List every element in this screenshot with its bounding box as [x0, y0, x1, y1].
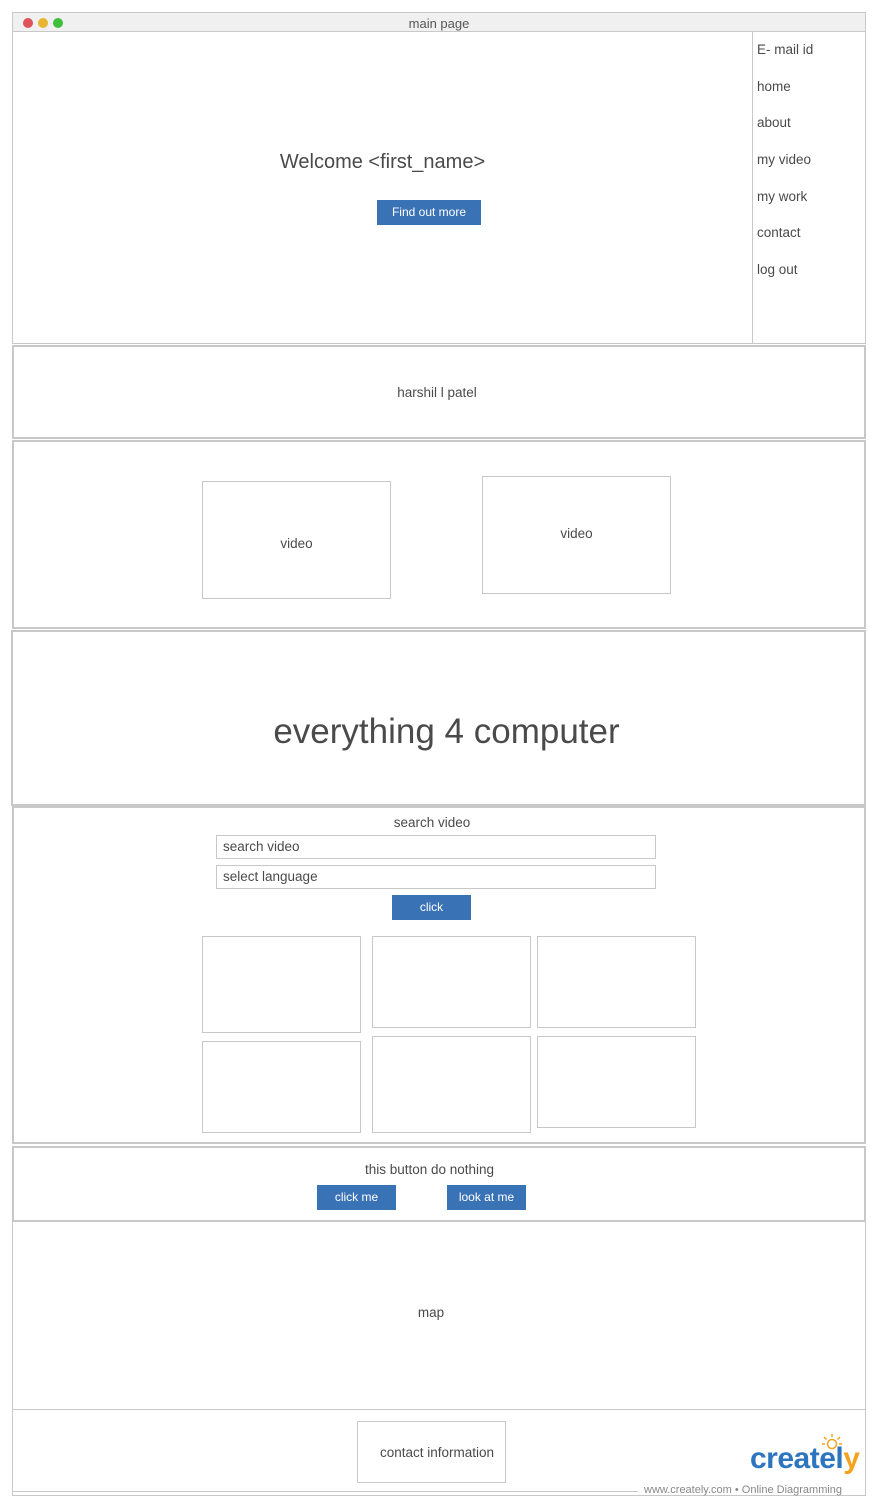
- creately-logo: creately: [750, 1442, 860, 1476]
- search-section-title: search video: [393, 815, 471, 830]
- video-thumbnail[interactable]: [372, 936, 531, 1028]
- banner-headline: everything 4 computer: [273, 712, 620, 751]
- sidebar-item-log-out[interactable]: log out: [757, 262, 798, 277]
- video-label-left: video: [280, 536, 313, 551]
- video-thumbnail[interactable]: [202, 936, 361, 1033]
- look-at-me-button[interactable]: look at me: [447, 1185, 526, 1210]
- sidebar-nav: [752, 31, 866, 344]
- hero-section: [12, 31, 753, 344]
- buttons-caption: this button do nothing: [364, 1162, 495, 1177]
- find-out-more-button[interactable]: Find out more: [377, 200, 481, 225]
- window-title: main page: [408, 16, 470, 31]
- video-thumbnail[interactable]: [537, 1036, 696, 1128]
- creately-watermark: www.creately.com • Online Diagramming: [644, 1484, 843, 1496]
- footer-divider: [12, 1491, 638, 1492]
- map-label: map: [417, 1305, 445, 1320]
- video-thumbnail[interactable]: [372, 1036, 531, 1133]
- click-me-button[interactable]: click me: [317, 1185, 396, 1210]
- author-name: harshil l patel: [397, 385, 477, 400]
- creately-logo-main: createl: [750, 1442, 844, 1475]
- sidebar-item-home[interactable]: home: [757, 79, 791, 94]
- buttons-section: [12, 1146, 866, 1222]
- sidebar-item-email[interactable]: E- mail id: [757, 42, 813, 57]
- video-thumbnail[interactable]: [537, 936, 696, 1028]
- video-section: [12, 440, 866, 629]
- search-video-input[interactable]: search video: [216, 835, 656, 859]
- sidebar-item-contact[interactable]: contact: [757, 225, 801, 240]
- window-titlebar: main page: [12, 12, 866, 32]
- welcome-heading: Welcome <first_name>: [279, 151, 486, 173]
- video-label-right: video: [560, 526, 593, 541]
- sidebar-item-my-video[interactable]: my video: [757, 152, 811, 167]
- sidebar-item-my-work[interactable]: my work: [757, 189, 807, 204]
- creately-logo-accent: y: [843, 1442, 860, 1475]
- search-click-button[interactable]: click: [392, 895, 471, 920]
- video-thumbnail[interactable]: [202, 1041, 361, 1133]
- sidebar-item-about[interactable]: about: [757, 115, 791, 130]
- select-language-dropdown[interactable]: select language: [216, 865, 656, 889]
- contact-information-label: contact information: [379, 1445, 495, 1460]
